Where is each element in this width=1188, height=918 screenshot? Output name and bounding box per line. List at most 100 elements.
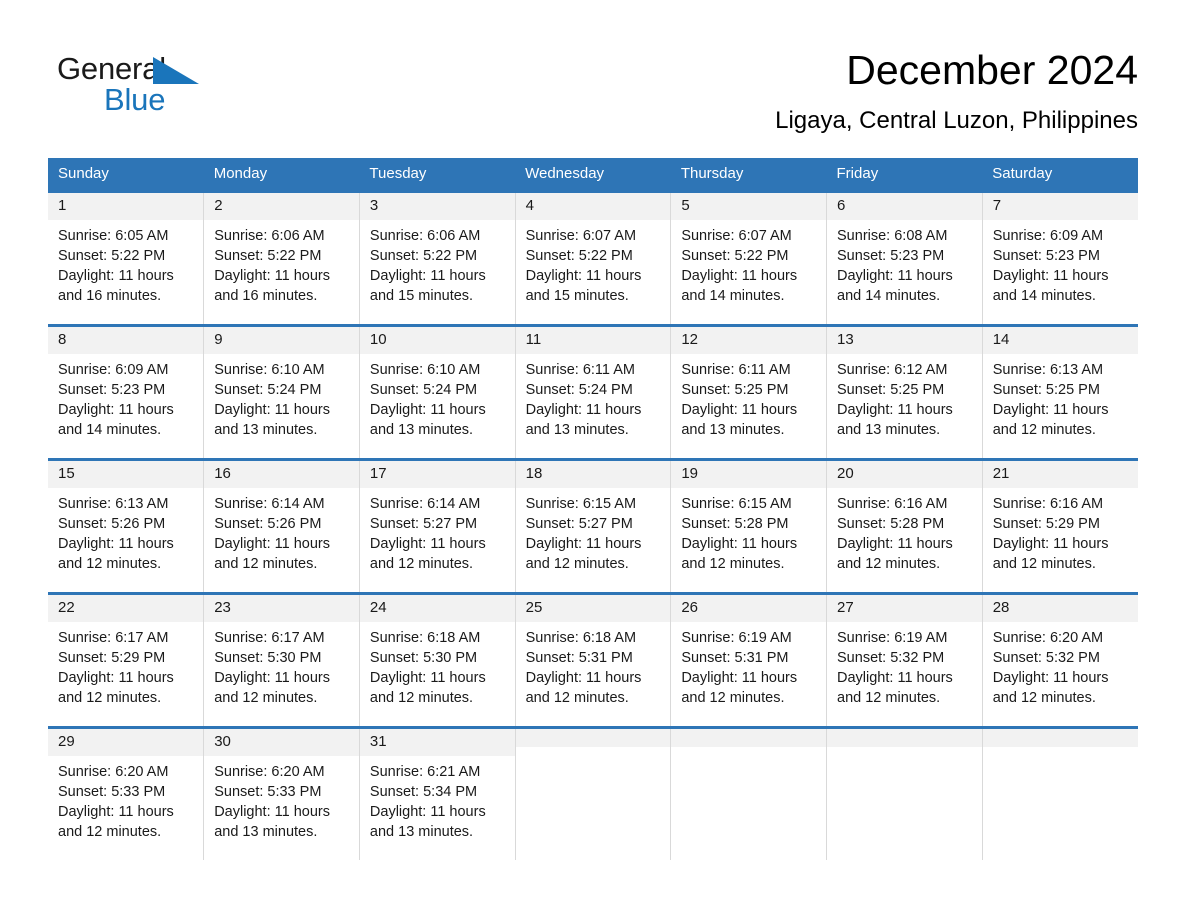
calendar-body: 1 Sunrise: 6:05 AM Sunset: 5:22 PM Daylight… — [48, 190, 1138, 860]
week-row: 1 Sunrise: 6:05 AM Sunset: 5:22 PM Daylight… — [48, 190, 1138, 326]
sunrise-text: Sunrise: 6:20 AM — [58, 764, 169, 780]
sunset-text: Sunset: 5:24 PM — [369, 382, 478, 398]
day-number: 11 — [525, 331, 542, 348]
sunrise-text: Sunrise: 6:18 AM — [369, 630, 481, 646]
sunrise-text: Sunrise: 6:07 AM — [681, 228, 792, 244]
day-cell[interactable]: 21 Sunrise: 6:16 AM Sunset: 5:29 PM Dayligh… — [982, 458, 1138, 594]
sunrise-text: Sunrise: 6:11 AM — [681, 362, 791, 378]
day-cell[interactable]: 22 Sunrise: 6:17 AM Sunset: 5:29 PM Dayligh… — [48, 592, 205, 728]
daylight-text-line2: and 14 minutes. — [837, 288, 941, 304]
daylight-text-line2: and 13 minutes. — [214, 824, 318, 840]
dow-header-monday: Monday — [203, 158, 360, 192]
daylight-text-line2: and 15 minutes. — [369, 288, 474, 304]
day-cell[interactable]: 20 Sunrise: 6:16 AM Sunset: 5:28 PM Dayligh… — [826, 458, 983, 594]
day-cell[interactable]: 19 Sunrise: 6:15 AM Sunset: 5:28 PM Dayligh… — [670, 458, 828, 594]
sunset-text: Sunset: 5:33 PM — [58, 784, 166, 800]
day-cell[interactable]: 9 Sunrise: 6:10 AM Sunset: 5:24 PM Daylight… — [203, 324, 360, 460]
daylight-text-line2: and 13 minutes. — [369, 824, 474, 840]
day-cell[interactable]: 28 Sunrise: 6:20 AM Sunset: 5:32 PM Dayligh… — [982, 592, 1138, 728]
daylight-text-line2: and 12 minutes. — [837, 556, 941, 572]
day-cell[interactable]: 16 Sunrise: 6:14 AM Sunset: 5:26 PM Dayligh… — [203, 458, 360, 594]
day-cell[interactable]: 29 Sunrise: 6:20 AM Sunset: 5:33 PM Dayligh… — [48, 726, 205, 860]
day-cell[interactable]: 7 Sunrise: 6:09 AM Sunset: 5:23 PM Daylight… — [982, 190, 1138, 326]
sunrise-text: Sunrise: 6:19 AM — [837, 630, 948, 646]
sunrise-sunset-calendar: Sunday Monday Tuesday Wednesday Thursday… — [48, 158, 1138, 860]
daylight-text-line2: and 12 minutes. — [681, 690, 785, 706]
day-cell[interactable]: 25 Sunrise: 6:18 AM Sunset: 5:31 PM Dayligh… — [515, 592, 672, 728]
daylight-text-line1: Daylight: 11 hours — [214, 268, 330, 284]
day-cell[interactable]: 12 Sunrise: 6:11 AM Sunset: 5:25 PM Dayligh… — [670, 324, 828, 460]
day-cell[interactable]: 3 Sunrise: 6:06 AM Sunset: 5:22 PM Daylight… — [359, 190, 516, 326]
day-number: 30 — [214, 733, 231, 750]
daylight-text-line2: and 12 minutes. — [369, 690, 474, 706]
daylight-text-line2: and 12 minutes. — [837, 690, 941, 706]
day-cell[interactable]: 4 Sunrise: 6:07 AM Sunset: 5:22 PM Daylight… — [515, 190, 672, 326]
day-number: 1 — [58, 197, 67, 214]
daylight-text-line2: and 12 minutes. — [992, 422, 1096, 438]
day-number: 8 — [58, 331, 67, 348]
day-number: 16 — [214, 465, 231, 482]
day-number: 26 — [681, 599, 698, 616]
day-cell[interactable]: 8 Sunrise: 6:09 AM Sunset: 5:23 PM Daylight… — [48, 324, 205, 460]
day-number: 28 — [992, 599, 1010, 616]
sunset-text: Sunset: 5:29 PM — [58, 650, 166, 666]
daylight-text-line1: Daylight: 11 hours — [992, 670, 1109, 686]
day-cell[interactable]: 11 Sunrise: 6:11 AM Sunset: 5:24 PM Dayligh… — [515, 324, 672, 460]
dow-header-sunday: Sunday — [48, 158, 204, 192]
day-cell[interactable]: 10 Sunrise: 6:10 AM Sunset: 5:24 PM Dayligh… — [359, 324, 516, 460]
daylight-text-line1: Daylight: 11 hours — [58, 804, 174, 820]
day-cell-empty — [982, 726, 1138, 860]
daylight-text-line2: and 12 minutes. — [214, 690, 318, 706]
day-cell[interactable]: 23 Sunrise: 6:17 AM Sunset: 5:30 PM Dayligh… — [203, 592, 360, 728]
day-cell[interactable]: 15 Sunrise: 6:13 AM Sunset: 5:26 PM Dayligh… — [48, 458, 205, 594]
sunset-text: Sunset: 5:26 PM — [58, 516, 166, 532]
sunrise-text: Sunrise: 6:15 AM — [525, 496, 637, 512]
daylight-text-line1: Daylight: 11 hours — [58, 536, 174, 552]
week-row: 29 Sunrise: 6:20 AM Sunset: 5:33 PM Dayligh… — [48, 726, 1138, 860]
day-cell[interactable]: 18 Sunrise: 6:15 AM Sunset: 5:27 PM Dayligh… — [515, 458, 672, 594]
day-cell[interactable]: 13 Sunrise: 6:12 AM Sunset: 5:25 PM Dayligh… — [826, 324, 983, 460]
sunrise-text: Sunrise: 6:19 AM — [681, 630, 792, 646]
daylight-text-line2: and 12 minutes. — [681, 556, 785, 572]
sunrise-text: Sunrise: 6:12 AM — [837, 362, 948, 378]
daylight-text-line1: Daylight: 11 hours — [369, 402, 486, 418]
daylight-text-line1: Daylight: 11 hours — [992, 536, 1109, 552]
day-cell[interactable]: 14 Sunrise: 6:13 AM Sunset: 5:25 PM Dayligh… — [982, 324, 1138, 460]
sunset-text: Sunset: 5:27 PM — [369, 516, 478, 532]
daylight-text-line2: and 12 minutes. — [992, 556, 1096, 572]
day-number: 23 — [214, 599, 231, 616]
day-number: 20 — [837, 465, 854, 482]
daylight-text-line1: Daylight: 11 hours — [525, 402, 642, 418]
day-cell[interactable]: 31 Sunrise: 6:21 AM Sunset: 5:34 PM Dayligh… — [359, 726, 516, 860]
day-cell[interactable]: 1 Sunrise: 6:05 AM Sunset: 5:22 PM Daylight… — [48, 190, 205, 326]
day-cell[interactable]: 26 Sunrise: 6:19 AM Sunset: 5:31 PM Dayligh… — [670, 592, 828, 728]
sunset-text: Sunset: 5:22 PM — [681, 248, 789, 264]
day-cell[interactable]: 5 Sunrise: 6:07 AM Sunset: 5:22 PM Daylight… — [670, 190, 828, 326]
daylight-text-line2: and 13 minutes. — [214, 422, 318, 438]
sunrise-text: Sunrise: 6:11 AM — [525, 362, 635, 378]
day-cell[interactable]: 27 Sunrise: 6:19 AM Sunset: 5:32 PM Dayligh… — [826, 592, 983, 728]
daylight-text-line1: Daylight: 11 hours — [681, 670, 798, 686]
daylight-text-line2: and 14 minutes. — [992, 288, 1096, 304]
sunrise-text: Sunrise: 6:17 AM — [58, 630, 169, 646]
day-number: 27 — [837, 599, 854, 616]
day-cell[interactable]: 17 Sunrise: 6:14 AM Sunset: 5:27 PM Dayligh… — [359, 458, 516, 594]
sunrise-text: Sunrise: 6:06 AM — [214, 228, 325, 244]
daylight-text-line2: and 12 minutes. — [58, 824, 162, 840]
sunrise-text: Sunrise: 6:09 AM — [992, 228, 1104, 244]
sunset-text: Sunset: 5:22 PM — [214, 248, 322, 264]
day-cell[interactable]: 2 Sunrise: 6:06 AM Sunset: 5:22 PM Daylight… — [203, 190, 360, 326]
day-cell[interactable]: 24 Sunrise: 6:18 AM Sunset: 5:30 PM Dayligh… — [359, 592, 516, 728]
day-number: 25 — [525, 599, 543, 616]
day-of-week-header-row: Sunday Monday Tuesday Wednesday Thursday… — [48, 158, 1138, 192]
daylight-text-line2: and 12 minutes. — [525, 690, 629, 706]
daylight-text-line2: and 16 minutes. — [58, 288, 162, 304]
sunset-text: Sunset: 5:29 PM — [992, 516, 1100, 532]
daylight-text-line1: Daylight: 11 hours — [525, 268, 642, 284]
daylight-text-line1: Daylight: 11 hours — [214, 536, 330, 552]
day-cell[interactable]: 30 Sunrise: 6:20 AM Sunset: 5:33 PM Dayligh… — [203, 726, 360, 860]
day-cell[interactable]: 6 Sunrise: 6:08 AM Sunset: 5:23 PM Daylight… — [826, 190, 983, 326]
sunrise-text: Sunrise: 6:20 AM — [214, 764, 325, 780]
daylight-text-line1: Daylight: 11 hours — [837, 402, 953, 418]
daylight-text-line2: and 14 minutes. — [58, 422, 162, 438]
